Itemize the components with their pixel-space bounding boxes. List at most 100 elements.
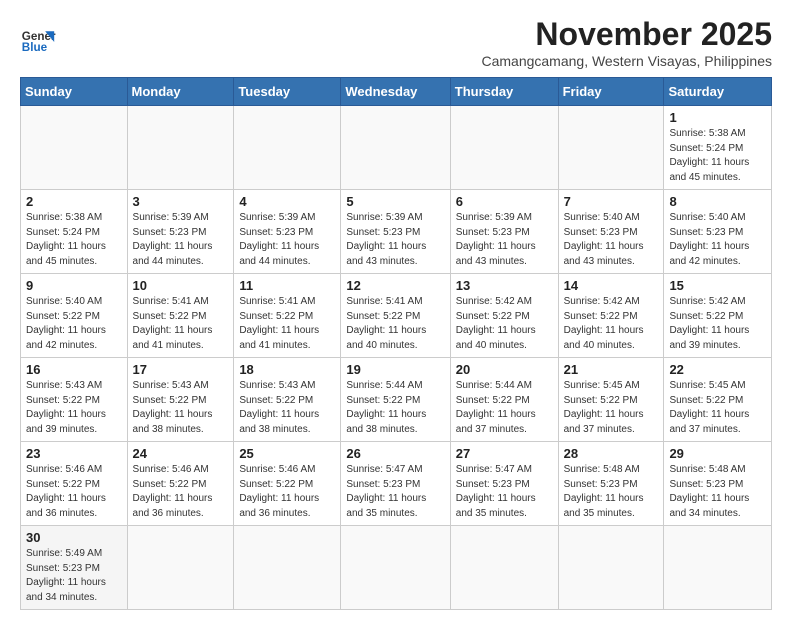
month-title: November 2025 <box>481 16 772 53</box>
calendar-cell <box>450 106 558 190</box>
day-info: Sunrise: 5:42 AMSunset: 5:22 PMDaylight:… <box>456 295 553 353</box>
day-info: Sunrise: 5:40 AMSunset: 5:23 PMDaylight:… <box>564 211 659 269</box>
day-number: 23 <box>26 446 122 461</box>
day-number: 15 <box>669 278 766 293</box>
day-number: 28 <box>564 446 659 461</box>
weekday-header-thursday: Thursday <box>450 78 558 106</box>
calendar-cell: 15 Sunrise: 5:42 AMSunset: 5:22 PMDayligh… <box>664 274 772 358</box>
day-number: 2 <box>26 194 122 209</box>
day-info: Sunrise: 5:38 AMSunset: 5:24 PMDaylight:… <box>669 127 766 185</box>
day-info: Sunrise: 5:41 AMSunset: 5:22 PMDaylight:… <box>133 295 229 353</box>
calendar-cell: 17 Sunrise: 5:43 AMSunset: 5:22 PMDayligh… <box>127 358 234 442</box>
svg-text:Blue: Blue <box>22 41 48 54</box>
calendar-cell: 19 Sunrise: 5:44 AMSunset: 5:22 PMDayligh… <box>341 358 450 442</box>
day-number: 24 <box>133 446 229 461</box>
day-number: 1 <box>669 110 766 125</box>
calendar-cell: 7 Sunrise: 5:40 AMSunset: 5:23 PMDaylight… <box>558 190 664 274</box>
day-info: Sunrise: 5:45 AMSunset: 5:22 PMDaylight:… <box>669 379 766 437</box>
day-info: Sunrise: 5:41 AMSunset: 5:22 PMDaylight:… <box>239 295 335 353</box>
calendar-cell: 11 Sunrise: 5:41 AMSunset: 5:22 PMDayligh… <box>234 274 341 358</box>
day-number: 5 <box>346 194 444 209</box>
calendar-cell: 22 Sunrise: 5:45 AMSunset: 5:22 PMDayligh… <box>664 358 772 442</box>
calendar-cell: 2 Sunrise: 5:38 AMSunset: 5:24 PMDaylight… <box>21 190 128 274</box>
day-info: Sunrise: 5:38 AMSunset: 5:24 PMDaylight:… <box>26 211 122 269</box>
calendar-cell: 30 Sunrise: 5:49 AMSunset: 5:23 PMDayligh… <box>21 526 128 610</box>
weekday-header-saturday: Saturday <box>664 78 772 106</box>
calendar-cell <box>127 106 234 190</box>
day-info: Sunrise: 5:41 AMSunset: 5:22 PMDaylight:… <box>346 295 444 353</box>
day-info: Sunrise: 5:46 AMSunset: 5:22 PMDaylight:… <box>26 463 122 521</box>
day-info: Sunrise: 5:48 AMSunset: 5:23 PMDaylight:… <box>669 463 766 521</box>
day-info: Sunrise: 5:46 AMSunset: 5:22 PMDaylight:… <box>133 463 229 521</box>
day-info: Sunrise: 5:43 AMSunset: 5:22 PMDaylight:… <box>133 379 229 437</box>
day-number: 10 <box>133 278 229 293</box>
day-info: Sunrise: 5:44 AMSunset: 5:22 PMDaylight:… <box>456 379 553 437</box>
calendar-cell: 13Sunrise: 5:42 AMSunset: 5:22 PMDayligh… <box>450 274 558 358</box>
subtitle: Camangcamang, Western Visayas, Philippin… <box>481 53 772 69</box>
calendar-cell <box>234 106 341 190</box>
calendar-cell: 24 Sunrise: 5:46 AMSunset: 5:22 PMDayligh… <box>127 442 234 526</box>
calendar-cell <box>558 106 664 190</box>
calendar-cell: 4 Sunrise: 5:39 AMSunset: 5:23 PMDaylight… <box>234 190 341 274</box>
weekday-header-tuesday: Tuesday <box>234 78 341 106</box>
day-number: 12 <box>346 278 444 293</box>
day-number: 3 <box>133 194 229 209</box>
day-info: Sunrise: 5:42 AMSunset: 5:22 PMDaylight:… <box>669 295 766 353</box>
calendar-cell: 16Sunrise: 5:43 AMSunset: 5:22 PMDayligh… <box>21 358 128 442</box>
day-number: 9 <box>26 278 122 293</box>
day-info: Sunrise: 5:39 AMSunset: 5:23 PMDaylight:… <box>456 211 553 269</box>
day-info: Sunrise: 5:39 AMSunset: 5:23 PMDaylight:… <box>133 211 229 269</box>
weekday-header-row: SundayMondayTuesdayWednesdayThursdayFrid… <box>21 78 772 106</box>
calendar-cell <box>21 106 128 190</box>
day-number: 4 <box>239 194 335 209</box>
day-info: Sunrise: 5:43 AMSunset: 5:22 PMDaylight:… <box>26 379 122 437</box>
day-number: 26 <box>346 446 444 461</box>
calendar-cell <box>341 526 450 610</box>
day-info: Sunrise: 5:39 AMSunset: 5:23 PMDaylight:… <box>239 211 335 269</box>
day-number: 22 <box>669 362 766 377</box>
weekday-header-wednesday: Wednesday <box>341 78 450 106</box>
day-number: 11 <box>239 278 335 293</box>
day-info: Sunrise: 5:49 AMSunset: 5:23 PMDaylight:… <box>26 547 122 605</box>
weekday-header-friday: Friday <box>558 78 664 106</box>
calendar-cell: 6Sunrise: 5:39 AMSunset: 5:23 PMDaylight… <box>450 190 558 274</box>
calendar-cell: 8Sunrise: 5:40 AMSunset: 5:23 PMDaylight… <box>664 190 772 274</box>
day-number: 30 <box>26 530 122 545</box>
day-info: Sunrise: 5:46 AMSunset: 5:22 PMDaylight:… <box>239 463 335 521</box>
calendar-cell: 27 Sunrise: 5:47 AMSunset: 5:23 PMDayligh… <box>450 442 558 526</box>
calendar-cell <box>450 526 558 610</box>
calendar-cell: 10 Sunrise: 5:41 AMSunset: 5:22 PMDayligh… <box>127 274 234 358</box>
calendar: SundayMondayTuesdayWednesdayThursdayFrid… <box>20 77 772 610</box>
day-number: 25 <box>239 446 335 461</box>
calendar-week-3: 9Sunrise: 5:40 AMSunset: 5:22 PMDaylight… <box>21 274 772 358</box>
logo-icon: General Blue <box>20 24 56 60</box>
calendar-cell: 1 Sunrise: 5:38 AMSunset: 5:24 PMDaylight… <box>664 106 772 190</box>
day-number: 18 <box>239 362 335 377</box>
day-number: 29 <box>669 446 766 461</box>
calendar-week-5: 23 Sunrise: 5:46 AMSunset: 5:22 PMDayligh… <box>21 442 772 526</box>
day-info: Sunrise: 5:47 AMSunset: 5:23 PMDaylight:… <box>346 463 444 521</box>
day-info: Sunrise: 5:39 AMSunset: 5:23 PMDaylight:… <box>346 211 444 269</box>
calendar-cell: 28Sunrise: 5:48 AMSunset: 5:23 PMDayligh… <box>558 442 664 526</box>
weekday-header-monday: Monday <box>127 78 234 106</box>
day-number: 27 <box>456 446 553 461</box>
day-number: 20 <box>456 362 553 377</box>
calendar-week-4: 16Sunrise: 5:43 AMSunset: 5:22 PMDayligh… <box>21 358 772 442</box>
day-number: 7 <box>564 194 659 209</box>
day-info: Sunrise: 5:45 AMSunset: 5:22 PMDaylight:… <box>564 379 659 437</box>
weekday-header-sunday: Sunday <box>21 78 128 106</box>
day-info: Sunrise: 5:44 AMSunset: 5:22 PMDaylight:… <box>346 379 444 437</box>
calendar-cell: 25 Sunrise: 5:46 AMSunset: 5:22 PMDayligh… <box>234 442 341 526</box>
day-number: 14 <box>564 278 659 293</box>
day-number: 17 <box>133 362 229 377</box>
calendar-cell: 3 Sunrise: 5:39 AMSunset: 5:23 PMDaylight… <box>127 190 234 274</box>
calendar-cell <box>664 526 772 610</box>
calendar-cell: 18Sunrise: 5:43 AMSunset: 5:22 PMDayligh… <box>234 358 341 442</box>
calendar-cell: 21 Sunrise: 5:45 AMSunset: 5:22 PMDayligh… <box>558 358 664 442</box>
day-number: 21 <box>564 362 659 377</box>
day-info: Sunrise: 5:47 AMSunset: 5:23 PMDaylight:… <box>456 463 553 521</box>
day-number: 8 <box>669 194 766 209</box>
day-number: 19 <box>346 362 444 377</box>
calendar-cell: 9Sunrise: 5:40 AMSunset: 5:22 PMDaylight… <box>21 274 128 358</box>
day-info: Sunrise: 5:42 AMSunset: 5:22 PMDaylight:… <box>564 295 659 353</box>
